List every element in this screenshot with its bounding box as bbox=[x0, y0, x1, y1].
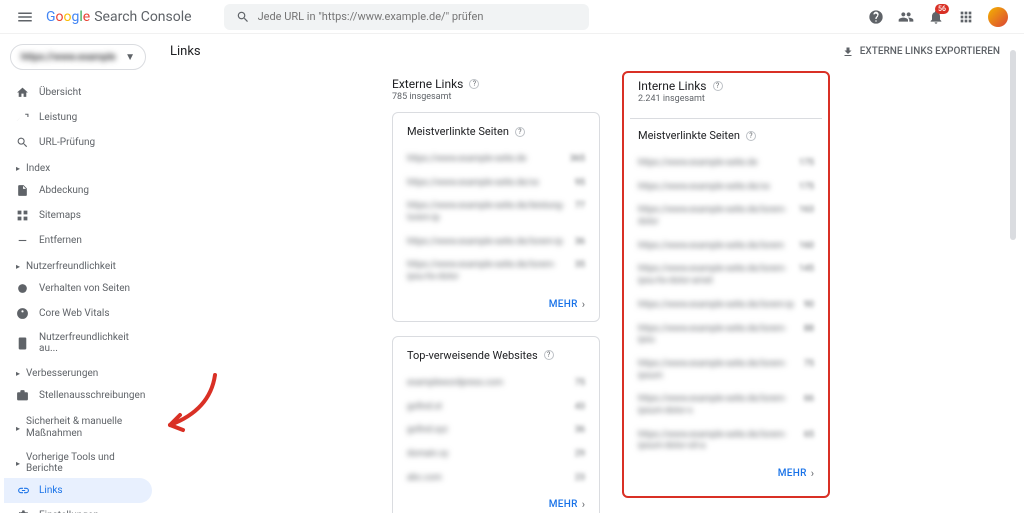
page-title: Links bbox=[170, 44, 201, 59]
sidebar-section-index[interactable]: ▸Index bbox=[4, 155, 152, 178]
sidebar-item-overview[interactable]: Übersicht bbox=[4, 80, 152, 105]
property-selector[interactable]: https://www.example ▼ bbox=[10, 44, 146, 70]
title-row: Links EXTERNE LINKS EXPORTIEREN bbox=[160, 34, 1024, 67]
internal-links-title: Interne Links? bbox=[638, 79, 814, 93]
link-row[interactable]: gofind.xt43 bbox=[407, 396, 585, 420]
link-row[interactable]: https://www.example-seite.de/lorem160 bbox=[638, 235, 814, 259]
external-links-column: Externe Links? 785 insgesamt Meistverlin… bbox=[392, 77, 600, 513]
sidebar: https://www.example ▼ Übersicht Leistung… bbox=[0, 34, 160, 513]
link-row[interactable]: https://www.example-seite.de/xx175 bbox=[638, 176, 814, 200]
menu-icon[interactable] bbox=[16, 8, 34, 26]
search-wrap bbox=[224, 4, 589, 30]
sidebar-section-ux[interactable]: ▸Nutzerfreundlichkeit bbox=[4, 253, 152, 276]
sidebar-item-sitemaps[interactable]: Sitemaps bbox=[4, 203, 152, 228]
sidebar-item-settings[interactable]: Einstellungen bbox=[4, 503, 152, 513]
notifications-icon[interactable]: 56 bbox=[928, 9, 944, 25]
link-row[interactable]: https://www.example-seite.de/xx95 bbox=[407, 172, 585, 196]
sidebar-item-security[interactable]: ▸Sicherheit & manuelle Maßnahmen bbox=[4, 408, 152, 444]
sidebar-item-performance[interactable]: Leistung bbox=[4, 105, 152, 130]
sidebar-item-links[interactable]: Links bbox=[4, 478, 152, 503]
help-icon[interactable]: ? bbox=[746, 131, 756, 141]
link-row[interactable]: https://www.example-seite.de175 bbox=[638, 152, 814, 176]
google-logo: Google bbox=[46, 9, 90, 25]
sidebar-item-legacy[interactable]: ▸Vorherige Tools und Berichte bbox=[4, 444, 152, 478]
logo[interactable]: Google Search Console bbox=[46, 9, 192, 25]
internal-links-column: Interne Links? 2.241 insgesamt Meistverl… bbox=[622, 77, 830, 513]
external-links-total: 785 insgesamt bbox=[392, 92, 600, 102]
sidebar-item-cwv[interactable]: Core Web Vitals bbox=[4, 301, 152, 326]
apps-icon[interactable] bbox=[958, 9, 974, 25]
sidebar-item-page-experience[interactable]: Verhalten von Seiten bbox=[4, 276, 152, 301]
link-row[interactable]: https://www.example-seite.de/lorem-ipsum… bbox=[638, 353, 814, 388]
link-row[interactable]: https://www.example-seite.de/lorem-ipsu-… bbox=[407, 254, 585, 289]
more-button[interactable]: MEHR› bbox=[407, 490, 585, 513]
internal-links-total: 2.241 insgesamt bbox=[638, 94, 814, 104]
sidebar-item-coverage[interactable]: Abdeckung bbox=[4, 178, 152, 203]
sidebar-item-removals[interactable]: Entfernen bbox=[4, 228, 152, 253]
search-icon bbox=[236, 10, 250, 24]
highlight-annotation: Interne Links? 2.241 insgesamt Meistverl… bbox=[622, 71, 830, 498]
chevron-right-icon: › bbox=[582, 498, 585, 511]
app-header: Google Search Console 56 bbox=[0, 0, 1024, 34]
chevron-down-icon: ▼ bbox=[125, 52, 135, 63]
link-row[interactable]: https://www.example-seite.de/leistung-lo… bbox=[407, 195, 585, 230]
scrollbar[interactable] bbox=[1010, 40, 1016, 505]
people-icon[interactable] bbox=[898, 9, 914, 25]
chevron-right-icon: › bbox=[582, 298, 585, 311]
more-button[interactable]: MEHR› bbox=[407, 290, 585, 315]
avatar[interactable] bbox=[988, 7, 1008, 27]
header-actions: 56 bbox=[868, 7, 1008, 27]
help-icon[interactable]: ? bbox=[469, 79, 479, 89]
chevron-right-icon: › bbox=[811, 467, 814, 480]
internal-top-pages-card: Meistverlinkte Seiten? https://www.examp… bbox=[630, 118, 822, 490]
notification-badge: 56 bbox=[935, 4, 949, 14]
external-top-sites-card: Top-verweisende Websites? examplewordpre… bbox=[392, 336, 600, 513]
link-row[interactable]: https://www.example-seite.de/lorem-ipsu-… bbox=[638, 258, 814, 293]
product-name: Search Console bbox=[94, 9, 191, 25]
help-icon[interactable]: ? bbox=[713, 81, 723, 91]
link-row[interactable]: domain.xy29 bbox=[407, 443, 585, 467]
sidebar-item-jobs[interactable]: Stellenausschreibungen bbox=[4, 383, 152, 408]
sidebar-item-mobile[interactable]: Nutzerfreundlichkeit au... bbox=[4, 326, 152, 360]
sidebar-section-enhancements[interactable]: ▸Verbesserungen bbox=[4, 360, 152, 383]
link-row[interactable]: https://www.example-seite.de/lorem-ipsum… bbox=[638, 424, 814, 459]
link-row[interactable]: https://www.example-seite.de/lorem-dolor… bbox=[638, 199, 814, 234]
help-icon[interactable]: ? bbox=[515, 127, 525, 137]
main-content: Links EXTERNE LINKS EXPORTIEREN Externe … bbox=[160, 34, 1024, 513]
sidebar-item-url-inspect[interactable]: URL-Prüfung bbox=[4, 130, 152, 155]
search-input[interactable] bbox=[258, 10, 577, 23]
link-row[interactable]: https://www.example-seite.de/lorem-ip90 bbox=[638, 294, 814, 318]
search-box[interactable] bbox=[224, 4, 589, 30]
link-row[interactable]: https://www.example-seite.de/lorem-ip36 bbox=[407, 231, 585, 255]
link-row[interactable]: gofind.xyz36 bbox=[407, 419, 585, 443]
link-row[interactable]: https://www.example-seite.de/lorem-ipsu8… bbox=[638, 318, 814, 353]
export-button[interactable]: EXTERNE LINKS EXPORTIEREN bbox=[842, 46, 1000, 58]
help-icon[interactable]: ? bbox=[544, 350, 554, 360]
more-button[interactable]: MEHR› bbox=[638, 459, 814, 484]
external-top-pages-card: Meistverlinkte Seiten? https://www.examp… bbox=[392, 112, 600, 322]
download-icon bbox=[842, 46, 854, 58]
link-row[interactable]: https://www.example-seite.de/lorem-ipsum… bbox=[638, 388, 814, 423]
link-row[interactable]: examplewordpress.com75 bbox=[407, 372, 585, 396]
external-links-title: Externe Links? bbox=[392, 77, 600, 91]
link-row[interactable]: abc.com23 bbox=[407, 467, 585, 491]
help-icon[interactable] bbox=[868, 9, 884, 25]
link-row[interactable]: https://www.example-seite.de365 bbox=[407, 148, 585, 172]
